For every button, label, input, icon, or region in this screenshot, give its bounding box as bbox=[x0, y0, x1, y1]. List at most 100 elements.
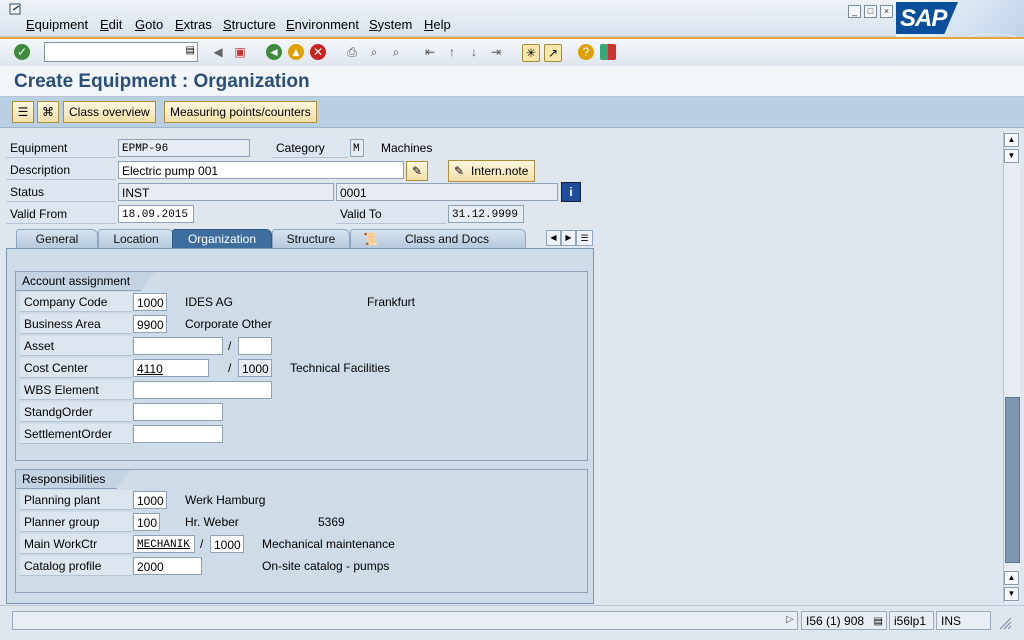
standing-order-field[interactable] bbox=[133, 403, 223, 421]
tab-list-icon[interactable]: ☰ bbox=[576, 230, 593, 246]
cost-center-field[interactable]: 4110 bbox=[133, 359, 209, 377]
document-icon: 📜 bbox=[363, 232, 378, 246]
settlement-order-label: SettlementOrder bbox=[20, 424, 132, 444]
catalog-profile-label: Catalog profile bbox=[20, 556, 132, 576]
command-field[interactable]: ▤ bbox=[44, 42, 198, 62]
company-code-label: Company Code bbox=[20, 292, 132, 312]
asset-field[interactable] bbox=[133, 337, 223, 355]
scroll-page-down-icon[interactable]: ▼ bbox=[1004, 149, 1019, 163]
find-next-icon[interactable]: ⌕ bbox=[388, 44, 404, 60]
dropdown-icon[interactable]: ▤ bbox=[186, 45, 195, 56]
back-icon[interactable]: ◀ bbox=[210, 44, 226, 60]
main-workctr-text: Mechanical maintenance bbox=[262, 537, 395, 551]
wbs-element-field[interactable] bbox=[133, 381, 272, 399]
menu-system[interactable]: System bbox=[369, 17, 412, 32]
find-icon[interactable]: ⌕ bbox=[366, 44, 382, 60]
company-code-city: Frankfurt bbox=[367, 295, 416, 309]
tab-organization[interactable]: Organization bbox=[172, 229, 272, 249]
business-area-field[interactable]: 9900 bbox=[133, 315, 167, 333]
planner-group-text: Hr. Weber bbox=[185, 515, 239, 529]
class-overview-button[interactable]: Class overview bbox=[63, 101, 156, 123]
description-label: Description bbox=[6, 160, 116, 180]
scroll-page-up-icon[interactable]: ▲ bbox=[1004, 571, 1019, 585]
cancel-icon[interactable]: ✕ bbox=[310, 44, 326, 60]
category-label: Category bbox=[272, 138, 348, 158]
intern-note-button[interactable]: ✎ Intern.note bbox=[448, 160, 536, 182]
company-code-field[interactable]: 1000 bbox=[133, 293, 167, 311]
business-area-text: Corporate Other bbox=[185, 317, 272, 331]
page-title: Create Equipment : Organization bbox=[14, 71, 310, 92]
standing-order-label: StandgOrder bbox=[20, 402, 132, 422]
menu-structure[interactable]: Structure bbox=[223, 17, 276, 32]
minimize-icon[interactable]: _ bbox=[848, 5, 861, 18]
binoculars-icon[interactable]: ⌘ bbox=[37, 101, 59, 123]
tab-location[interactable]: Location bbox=[98, 229, 174, 249]
menu-help[interactable]: Help bbox=[424, 17, 451, 32]
scroll-up-icon[interactable]: ▲ bbox=[1004, 133, 1019, 147]
first-page-icon[interactable]: ⇤ bbox=[422, 44, 438, 60]
menu-extras[interactable]: Extras bbox=[175, 17, 212, 32]
menu-environment[interactable]: Environment bbox=[286, 17, 359, 32]
workctr-separator: / bbox=[200, 537, 204, 551]
close-icon[interactable]: × bbox=[880, 5, 893, 18]
enter-icon[interactable]: ✓ bbox=[14, 44, 30, 60]
valid-to-label: Valid To bbox=[336, 204, 446, 224]
catalog-profile-text: On-site catalog - pumps bbox=[262, 559, 390, 573]
measuring-points-button[interactable]: Measuring points/counters bbox=[164, 101, 317, 123]
next-page-icon[interactable]: ↓ bbox=[466, 44, 482, 60]
scrollbar-thumb[interactable] bbox=[1005, 397, 1020, 563]
workctr-plant-field[interactable]: 1000 bbox=[210, 535, 244, 553]
settlement-order-field[interactable] bbox=[133, 425, 223, 443]
status-field-2: 0001 bbox=[336, 183, 558, 201]
maximize-icon[interactable]: □ bbox=[864, 5, 877, 18]
note-edit-icon: ✎ bbox=[454, 164, 465, 178]
system-info-text: I56 (1) 908 bbox=[806, 614, 865, 628]
exit-icon[interactable]: ▲ bbox=[288, 44, 304, 60]
menu-equipment[interactable]: Equipment bbox=[26, 17, 88, 32]
edit-text-icon[interactable]: ✎ bbox=[406, 161, 428, 181]
planning-plant-label: Planning plant bbox=[20, 490, 132, 510]
scroll-down-icon[interactable]: ▼ bbox=[1004, 587, 1019, 601]
account-assignment-title: Account assignment bbox=[15, 271, 155, 291]
valid-from-field[interactable]: 18.09.2015 bbox=[118, 205, 194, 223]
tab-scroll-left-icon[interactable]: ◀ bbox=[546, 230, 561, 246]
menu-edit[interactable]: Edit bbox=[100, 17, 122, 32]
tab-structure[interactable]: Structure bbox=[272, 229, 350, 249]
save-icon[interactable]: ▣ bbox=[232, 44, 248, 60]
system-info[interactable]: I56 (1) 908 ▤ bbox=[801, 611, 887, 630]
window-menu-icon[interactable] bbox=[9, 3, 23, 15]
new-session-icon[interactable]: ✳ bbox=[522, 44, 540, 62]
catalog-profile-field[interactable]: 2000 bbox=[133, 557, 202, 575]
tab-class-and-docs-label: Class and Docs bbox=[404, 232, 490, 246]
tab-general[interactable]: General bbox=[16, 229, 98, 249]
title-bar: Create Equipment : Organization bbox=[0, 66, 1024, 97]
vertical-scrollbar[interactable]: ▲ ▼ ▲ ▼ bbox=[1003, 131, 1020, 603]
system-list-icon[interactable]: ▤ bbox=[874, 612, 883, 631]
planning-plant-field[interactable]: 1000 bbox=[133, 491, 167, 509]
planner-group-field[interactable]: 100 bbox=[133, 513, 160, 531]
prev-page-icon[interactable]: ↑ bbox=[444, 44, 460, 60]
back-nav-icon[interactable]: ◄ bbox=[266, 44, 282, 60]
input-mode[interactable]: INS bbox=[936, 611, 991, 630]
main-workctr-field[interactable]: MECHANIK bbox=[133, 535, 195, 553]
cost-center-text: Technical Facilities bbox=[290, 361, 391, 375]
status-expand-icon[interactable]: ▷ bbox=[786, 614, 794, 625]
print-icon[interactable]: ⎙ bbox=[344, 44, 360, 60]
info-icon[interactable]: i bbox=[561, 182, 581, 202]
menu-goto[interactable]: Goto bbox=[135, 17, 163, 32]
tab-scroll-right-icon[interactable]: ▶ bbox=[561, 230, 576, 246]
planner-group-label: Planner group bbox=[20, 512, 132, 532]
server-info: i56lp1 bbox=[889, 611, 934, 630]
valid-to-field: 31.12.9999 bbox=[448, 205, 524, 223]
status-bar: ▷ I56 (1) 908 ▤ i56lp1 INS bbox=[0, 605, 1024, 640]
display-list-icon[interactable]: ☰ bbox=[12, 101, 34, 123]
shortcut-icon[interactable]: ↗ bbox=[544, 44, 562, 62]
asset-subnumber-field[interactable] bbox=[238, 337, 272, 355]
last-page-icon[interactable]: ⇥ bbox=[488, 44, 504, 60]
description-field[interactable]: Electric pump 001 bbox=[118, 161, 404, 179]
layout-icon[interactable] bbox=[600, 44, 616, 60]
tab-class-and-docs[interactable]: 📜 Class and Docs bbox=[350, 229, 526, 249]
resize-grip-icon[interactable] bbox=[996, 614, 1012, 630]
help-icon[interactable]: ? bbox=[578, 44, 594, 60]
status-label: Status bbox=[6, 182, 116, 202]
